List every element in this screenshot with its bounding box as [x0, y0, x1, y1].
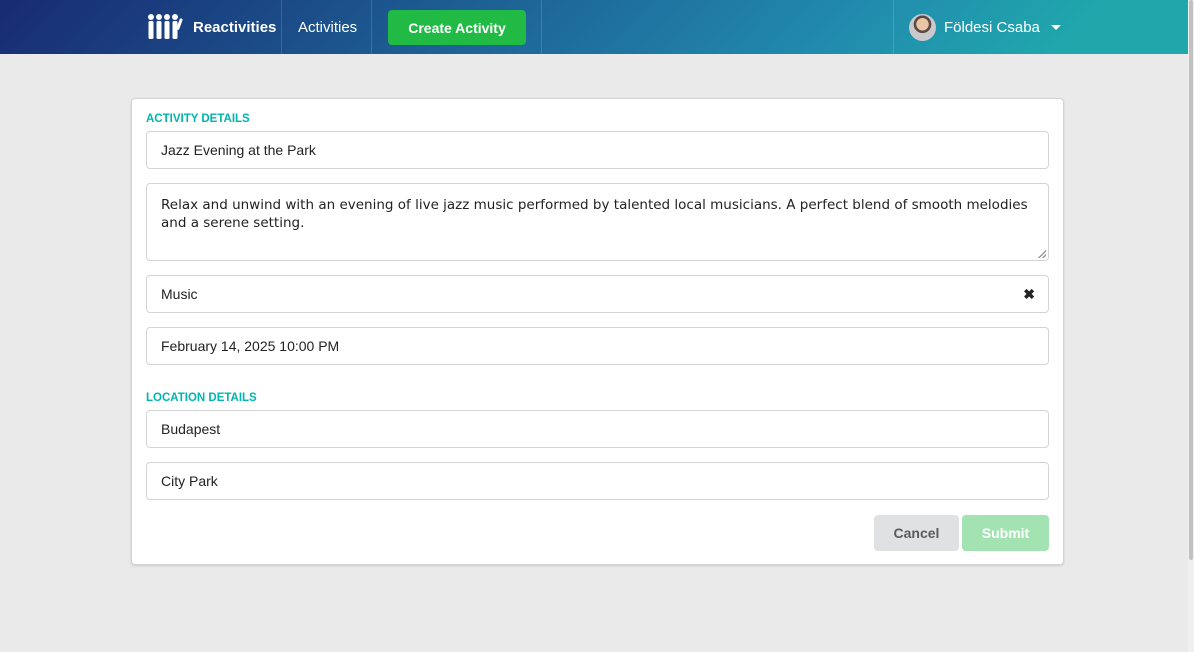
description-textarea[interactable]: Relax and unwind with an evening of live… [146, 183, 1049, 261]
close-icon[interactable]: ✖ [1023, 286, 1035, 303]
top-navbar: Reactivities Activities Create Activity … [0, 0, 1194, 54]
brand-label: Reactivities [193, 18, 277, 36]
submit-button[interactable]: Submit [962, 515, 1049, 551]
scrollbar-thumb[interactable] [1189, 0, 1193, 560]
activity-details-header: Activity Details [146, 113, 250, 125]
city-input[interactable]: Budapest [146, 410, 1049, 448]
category-select[interactable]: Music ✖ [146, 275, 1049, 313]
user-menu[interactable]: Földesi Csaba [909, 0, 1061, 54]
avatar [909, 13, 936, 41]
page-scrollbar[interactable] [1188, 0, 1194, 652]
description-text: Relax and unwind with an evening of live… [161, 197, 1028, 231]
brand-link[interactable]: Reactivities [147, 0, 276, 54]
chevron-down-icon [1050, 24, 1061, 30]
resize-handle-icon[interactable] [1038, 250, 1046, 258]
nav-divider [281, 0, 282, 54]
category-value: Music [161, 286, 198, 302]
create-activity-button[interactable]: Create Activity [388, 10, 526, 45]
venue-input[interactable]: City Park [146, 462, 1049, 500]
people-logo-icon [148, 14, 183, 39]
cancel-button[interactable]: Cancel [874, 515, 959, 551]
nav-divider [893, 0, 894, 54]
nav-activities-link[interactable]: Activities [298, 0, 357, 54]
date-input[interactable]: February 14, 2025 10:00 PM [146, 327, 1049, 365]
nav-divider [541, 0, 542, 54]
nav-divider [371, 0, 372, 54]
title-input[interactable]: Jazz Evening at the Park [146, 131, 1049, 169]
user-name: Földesi Csaba [944, 18, 1040, 36]
activity-form: Activity Details Jazz Evening at the Par… [131, 98, 1064, 565]
location-details-header: Location Details [146, 392, 257, 404]
